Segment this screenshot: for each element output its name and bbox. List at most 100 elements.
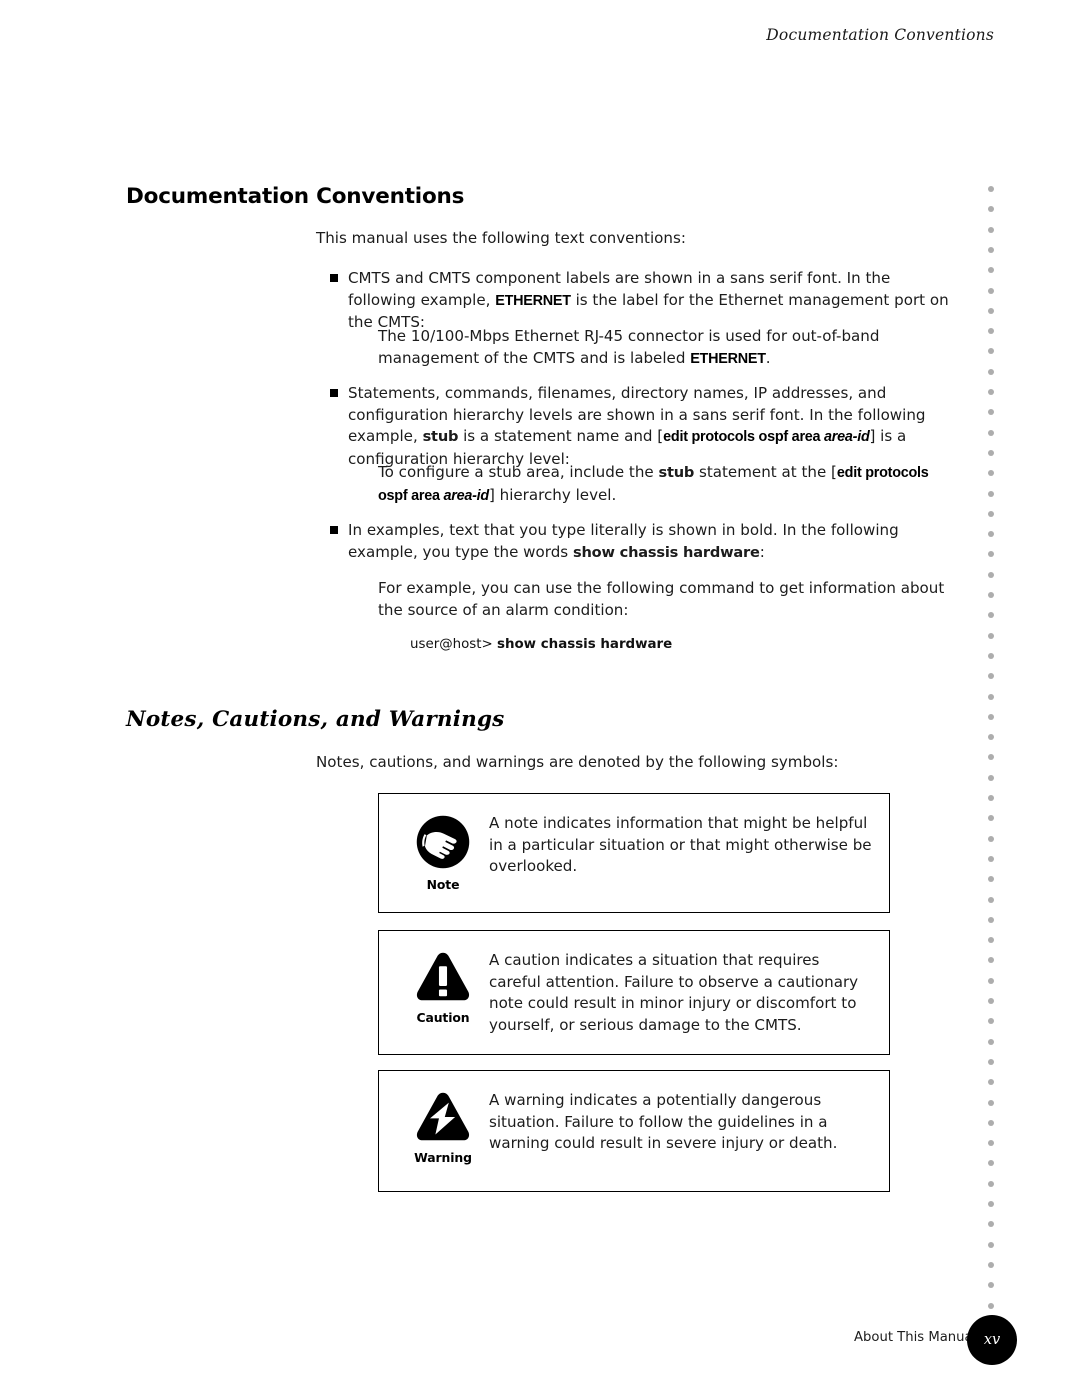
footer-label: About This Manual (854, 1330, 977, 1345)
warning-box: Warning A warning indicates a potentiall… (378, 1070, 890, 1192)
note-hand-icon (416, 815, 470, 869)
running-head: Documentation Conventions (766, 26, 994, 44)
margin-dot (988, 673, 994, 680)
margin-dot (988, 592, 994, 598)
margin-dot (988, 1119, 994, 1126)
nested-1-part2: . (765, 348, 771, 367)
nested-2-part3: ] hierarchy level. (488, 485, 617, 504)
warning-icon-wrap: Warning (397, 1089, 489, 1165)
bullet-marker-icon (330, 389, 338, 397)
margin-dot (988, 1038, 994, 1045)
nested-2-token-stub: stub (658, 464, 695, 481)
margin-dot (988, 612, 994, 619)
margin-dot (988, 510, 994, 517)
list-item: Statements, commands, filenames, directo… (330, 383, 962, 470)
margin-dot (988, 206, 994, 213)
margin-dot (988, 632, 994, 639)
margin-dot (988, 409, 994, 416)
margin-dot (988, 835, 994, 842)
margin-dot (988, 1018, 994, 1025)
margin-dot (988, 328, 994, 335)
page-title: Documentation Conventions (126, 184, 465, 209)
caution-exclamation-triangle-icon (416, 952, 470, 1001)
note-text: A note indicates information that might … (489, 814, 872, 875)
margin-dot (988, 1180, 994, 1187)
margin-dot (988, 957, 994, 964)
margin-dot (988, 1221, 994, 1228)
margin-dot (988, 470, 994, 477)
margin-dot (988, 571, 994, 578)
margin-dot (988, 531, 994, 538)
margin-dot (988, 551, 994, 558)
bullet-2-token-stub: stub (422, 428, 459, 445)
margin-dot (988, 429, 994, 436)
margin-dot (988, 977, 994, 984)
margin-dot (988, 267, 994, 274)
page-number-badge: xv (967, 1315, 1017, 1365)
margin-dot (988, 1201, 994, 1207)
margin-dot (988, 1241, 994, 1248)
margin-dot (988, 937, 994, 944)
margin-dot (988, 754, 994, 761)
warning-label: Warning (414, 1150, 472, 1165)
note-label: Note (426, 877, 460, 892)
margin-dot (988, 348, 994, 355)
margin-dot (988, 713, 994, 720)
section-title-notes-cautions-warnings: Notes, Cautions, and Warnings (126, 707, 505, 732)
margin-dot (988, 307, 994, 314)
bullet-2-token-edit-path: edit protocols ospf area (663, 429, 825, 445)
note-box: Note A note indicates information that m… (378, 793, 890, 913)
margin-dot (988, 1058, 994, 1065)
nested-2-token-area-id: area-id (443, 487, 489, 504)
nested-example-2: To configure a stub area, include the st… (378, 462, 956, 507)
notes-cautions-warnings-intro: Notes, cautions, and warnings are denote… (316, 753, 839, 771)
margin-dot (988, 774, 994, 781)
margin-dot (988, 734, 994, 741)
nested-1-part1: The 10/100-Mbps Ethernet RJ-45 connector… (378, 327, 880, 367)
margin-dot (988, 1140, 994, 1147)
margin-dot (988, 287, 994, 294)
margin-dot (988, 1160, 994, 1167)
margin-dot (988, 1099, 994, 1106)
margin-dot (988, 876, 994, 883)
margin-dot-rail (988, 186, 996, 1309)
margin-dot (988, 855, 994, 862)
margin-dot (988, 795, 994, 801)
warning-text: A warning indicates a potentially danger… (489, 1091, 838, 1152)
margin-dot (988, 896, 994, 903)
nested-2-part1: To configure a stub area, include the (378, 463, 659, 481)
margin-dot (988, 815, 994, 822)
caution-box: Caution A caution indicates a situation … (378, 930, 890, 1055)
doc-conventions-intro: This manual uses the following text conv… (316, 229, 686, 247)
cli-command: show chassis hardware (496, 637, 673, 652)
cli-prompt: user@host> (410, 637, 497, 652)
margin-dot (988, 652, 994, 659)
margin-dot (988, 226, 994, 233)
list-item: CMTS and CMTS component labels are shown… (330, 268, 962, 334)
note-icon-wrap: Note (397, 812, 489, 892)
margin-dot (988, 490, 994, 497)
warning-lightning-triangle-icon (416, 1092, 470, 1141)
list-item-text: Statements, commands, filenames, directo… (348, 383, 962, 470)
margin-dot (988, 186, 994, 192)
list-item-text: CMTS and CMTS component labels are shown… (348, 268, 962, 334)
caution-icon-wrap: Caution (397, 949, 489, 1025)
nested-2-part2: statement at the [ (694, 463, 837, 481)
margin-dot (988, 998, 994, 1004)
margin-dot (988, 246, 994, 253)
margin-dot (988, 1282, 994, 1289)
bullet-3-part2: : (759, 542, 765, 561)
bullet-marker-icon (330, 526, 338, 534)
list-item: In examples, text that you type literall… (330, 520, 962, 563)
list-item-text: In examples, text that you type literall… (348, 520, 962, 563)
margin-dot (988, 449, 994, 456)
margin-dot (988, 1079, 994, 1086)
margin-dot (988, 389, 994, 395)
nested-example-1: The 10/100-Mbps Ethernet RJ-45 connector… (378, 326, 956, 370)
bullet-2-token-area-id: area-id (824, 429, 870, 445)
nested-1-token-ethernet: ETHERNET (690, 350, 766, 367)
margin-dot (988, 916, 994, 923)
margin-dot (988, 1261, 994, 1268)
bullet-marker-icon (330, 274, 338, 282)
bullet-2-part2: is a statement name and [ (458, 427, 664, 445)
